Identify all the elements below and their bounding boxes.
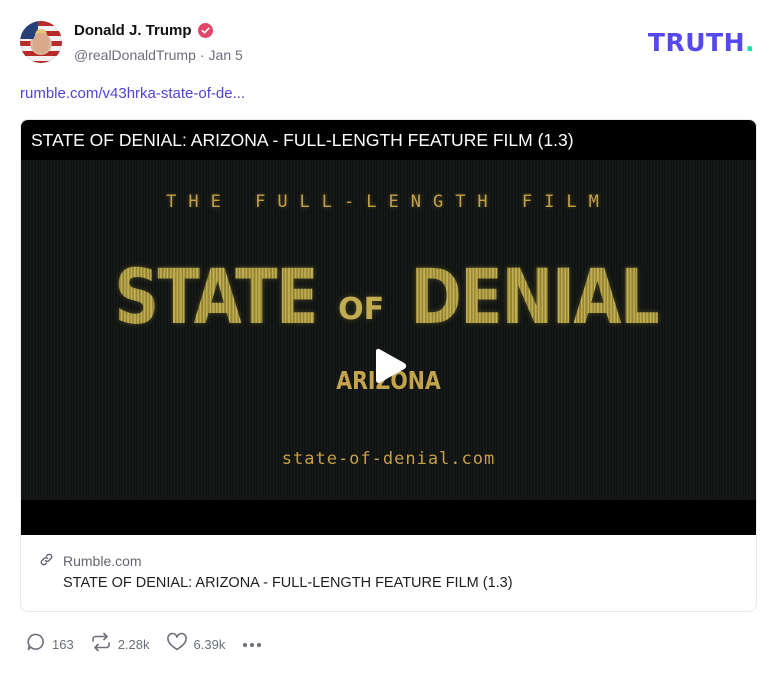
author-name-row: Donald J. Trump — [74, 22, 213, 39]
reply-count: 163 — [52, 637, 74, 652]
reply-button[interactable]: 163 — [26, 632, 74, 657]
link-icon — [39, 552, 54, 570]
card-source-label: Rumble.com — [63, 553, 142, 569]
reply-icon — [26, 632, 46, 657]
like-count: 6.39k — [193, 637, 226, 652]
repost-count: 2.28k — [117, 637, 150, 652]
thumbnail-title-state: STATE — [114, 252, 319, 341]
truth-social-post: Donald J. Trump @realDonaldTrump · Jan 5 T… — [0, 0, 777, 673]
thumbnail-title: STATE OF DENIAL — [21, 252, 756, 341]
thumbnail-title-of: OF — [338, 292, 385, 327]
author-meta: @realDonaldTrump · Jan 5 — [74, 47, 243, 63]
thumbnail-subtitle: THE FULL-LENGTH FILM — [166, 192, 611, 212]
meta-separator: · — [199, 47, 205, 63]
play-icon[interactable] — [373, 346, 409, 386]
video-thumbnail[interactable]: THE FULL-LENGTH FILM STATE OF DENIAL ARI… — [21, 160, 756, 500]
post-link[interactable]: rumble.com/v43hrka-state-of-de... — [20, 85, 245, 102]
truth-logo: TRUTH. — [648, 28, 755, 57]
post-actions: 163 2.28k 6.39k — [26, 632, 263, 657]
heart-icon — [166, 632, 188, 657]
more-dot — [250, 642, 255, 647]
like-button[interactable]: 6.39k — [166, 632, 226, 657]
author-handle[interactable]: @realDonaldTrump — [74, 47, 196, 63]
more-dot — [257, 642, 262, 647]
media-card[interactable]: STATE OF DENIAL: ARIZONA - FULL-LENGTH F… — [20, 119, 757, 612]
video-player[interactable]: STATE OF DENIAL: ARIZONA - FULL-LENGTH F… — [21, 120, 756, 535]
verified-badge-icon — [197, 23, 213, 38]
author-display-name[interactable]: Donald J. Trump — [74, 22, 192, 39]
brand-name: TRUTH — [647, 28, 745, 57]
repost-button[interactable]: 2.28k — [90, 632, 150, 657]
card-source: Rumble.com — [39, 552, 142, 570]
repost-icon — [90, 632, 112, 657]
more-dot — [243, 642, 248, 647]
card-title[interactable]: STATE OF DENIAL: ARIZONA - FULL-LENGTH F… — [63, 575, 513, 591]
more-dots-icon[interactable] — [241, 639, 263, 651]
post-date[interactable]: Jan 5 — [209, 47, 243, 63]
avatar[interactable] — [20, 21, 62, 63]
thumbnail-url: state-of-denial.com — [281, 449, 496, 469]
thumbnail-title-denial: DENIAL — [409, 252, 659, 341]
video-title: STATE OF DENIAL: ARIZONA - FULL-LENGTH F… — [31, 130, 574, 150]
card-footer[interactable]: Rumble.com STATE OF DENIAL: ARIZONA - FU… — [21, 535, 756, 611]
brand-dot: . — [745, 28, 755, 57]
